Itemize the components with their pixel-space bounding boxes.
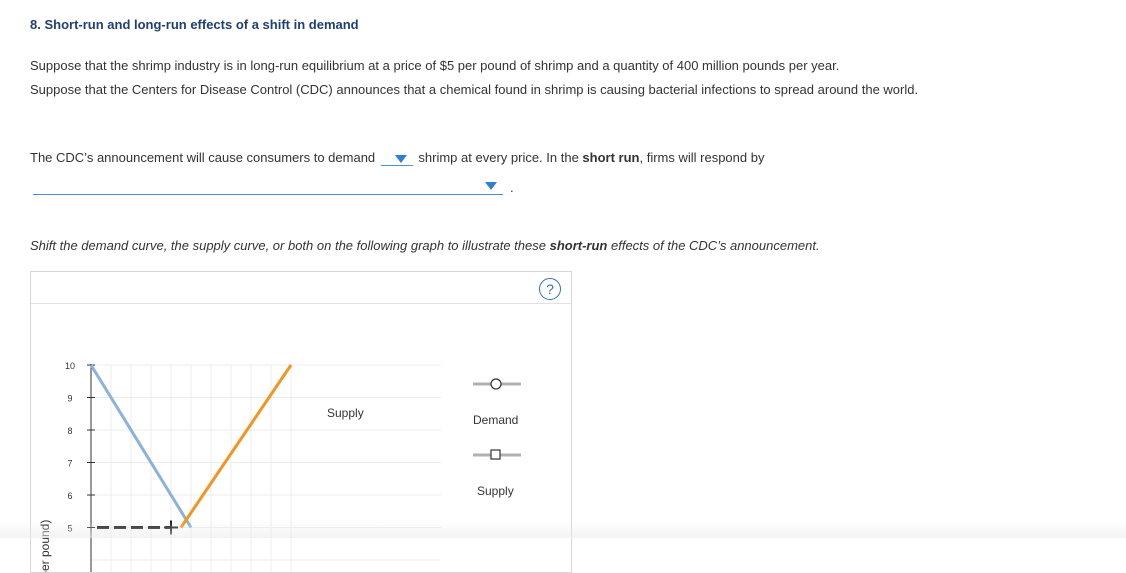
- graph-instruction: Shift the demand curve, the supply curve…: [30, 238, 820, 253]
- chevron-down-icon: [485, 182, 497, 190]
- y-ticks: 10 9 8 7 6 5: [65, 361, 95, 534]
- instruction-text-1: Shift the demand curve, the supply curve…: [30, 238, 550, 253]
- y-tick-label: 7: [67, 459, 72, 469]
- firm-response-dropdown[interactable]: [33, 178, 503, 195]
- scenario-paragraph-1: Suppose that the shrimp industry is in l…: [30, 58, 840, 73]
- question-bold-short-run: short run: [582, 150, 640, 165]
- y-tick-label: 10: [65, 361, 75, 371]
- y-tick-label: 6: [67, 491, 72, 501]
- equilibrium-point: [164, 520, 178, 535]
- legend-demand-label: Demand: [473, 413, 519, 427]
- y-tick-label: 9: [67, 394, 72, 404]
- instruction-text-2: effects of the CDC’s announcement.: [607, 238, 820, 253]
- instruction-bold-short-run: short-run: [549, 238, 608, 253]
- question-text-1: The CDC’s announcement will cause consum…: [30, 150, 376, 165]
- y-tick-label: 8: [67, 426, 72, 436]
- circle-handle-icon[interactable]: [490, 378, 502, 390]
- sentence-period: .: [510, 180, 514, 195]
- question-heading: 8. Short-run and long-run effects of a s…: [30, 17, 359, 32]
- question-text-2: shrimp at every price. In the: [418, 150, 583, 165]
- graph-panel: ? 10 9 8 7 6 5 Supply lars per pound) Demand …: [30, 271, 572, 573]
- chevron-down-icon: [394, 155, 407, 163]
- legend-supply-tool[interactable]: [473, 449, 521, 460]
- scenario-paragraph-2: Suppose that the Centers for Disease Con…: [30, 82, 919, 97]
- y-axis-label: lars per pound): [38, 520, 52, 572]
- legend-supply-label: Supply: [477, 484, 514, 498]
- grid: [91, 364, 441, 572]
- demand-change-dropdown[interactable]: [380, 151, 413, 166]
- supply-curve-label: Supply: [327, 406, 364, 420]
- question-text-3: , firms will respond by: [639, 150, 765, 165]
- demand-curve[interactable]: [89, 364, 193, 529]
- y-tick-label: 5: [67, 524, 72, 534]
- question-sentence: The CDC’s announcement will cause consum…: [30, 150, 764, 166]
- supply-curve[interactable]: [179, 364, 293, 529]
- legend-demand-tool[interactable]: [473, 378, 521, 390]
- square-handle-icon[interactable]: [490, 449, 501, 460]
